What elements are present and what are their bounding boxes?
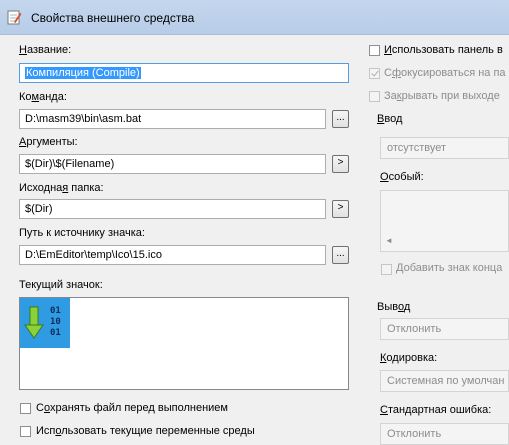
name-input-value: Компиляция (Compile): [25, 67, 141, 79]
input-dropdown-value: отсутствует: [387, 142, 447, 154]
icon-path-label: Путь к источнику значка:: [19, 227, 145, 239]
current-icon-preview: 01 10 01: [20, 298, 70, 348]
arguments-menu-button[interactable]: >: [332, 155, 349, 173]
title-bar[interactable]: Свойства внешнего средства: [0, 0, 509, 35]
scroll-left-icon[interactable]: ◄: [385, 236, 393, 245]
output-dropdown[interactable]: Отклонить: [380, 318, 509, 340]
stderr-dropdown-value: Отклонить: [387, 428, 442, 440]
use-env-label: Использовать текущие переменные среды: [36, 425, 255, 437]
initial-folder-input-value: $(Dir): [25, 203, 53, 215]
arguments-input-value: $(Dir)\$(Filename): [25, 158, 115, 170]
special-label: Особый:: [380, 171, 424, 183]
encoding-label: Кодировка:: [380, 352, 438, 364]
focus-checkbox[interactable]: [369, 68, 380, 79]
download-arrow-icon: [24, 306, 44, 339]
window-title: Свойства внешнего средства: [31, 11, 195, 25]
input-dropdown[interactable]: отсутствует: [380, 137, 509, 159]
name-input[interactable]: Компиляция (Compile): [19, 63, 349, 83]
initial-folder-input[interactable]: $(Dir): [19, 199, 326, 219]
command-input-value: D:\masm39\bin\asm.bat: [25, 113, 142, 125]
binary-digits-row: 01: [50, 306, 61, 316]
add-eol-label: Добавить знак конца: [396, 262, 503, 274]
icon-path-input[interactable]: D:\EmEditor\temp\Ico\15.ico: [19, 245, 326, 265]
focus-label: Сфокусироваться на па: [384, 67, 506, 79]
arguments-input[interactable]: $(Dir)\$(Filename): [19, 154, 326, 174]
binary-digits-row: 10: [50, 317, 61, 327]
icon-path-input-value: D:\EmEditor\temp\Ico\15.ico: [25, 249, 162, 261]
close-on-exit-checkbox[interactable]: [369, 91, 380, 102]
use-output-panel-checkbox[interactable]: [369, 45, 380, 56]
notepad-pencil-icon: [7, 10, 22, 25]
current-icon-label: Текущий значок:: [19, 279, 103, 291]
initial-folder-label: Исходная папка:: [19, 182, 104, 194]
use-env-checkbox[interactable]: [20, 426, 31, 437]
stderr-label: Стандартная ошибка:: [380, 404, 492, 416]
command-label: Команда:: [19, 91, 67, 103]
arguments-label: Аргументы:: [19, 136, 78, 148]
save-file-label: Сохранять файл перед выполнением: [36, 402, 228, 414]
save-file-checkbox[interactable]: [20, 403, 31, 414]
add-eol-checkbox[interactable]: [381, 264, 392, 275]
stderr-dropdown[interactable]: Отклонить: [380, 423, 509, 445]
special-textarea[interactable]: ◄: [380, 190, 509, 252]
initial-folder-menu-button[interactable]: >: [332, 200, 349, 218]
name-label: Название:: [19, 44, 72, 56]
command-input[interactable]: D:\masm39\bin\asm.bat: [19, 109, 326, 129]
encoding-dropdown[interactable]: Системная по умолчан: [380, 370, 509, 392]
use-output-panel-label: Использовать панель в: [384, 44, 503, 56]
output-group-label: Вывод: [377, 301, 411, 313]
encoding-dropdown-value: Системная по умолчан: [387, 375, 505, 387]
output-dropdown-value: Отклонить: [387, 323, 442, 335]
close-on-exit-label: Закрывать при выходе: [384, 90, 500, 102]
input-group-label: Ввод: [377, 113, 403, 125]
command-browse-button[interactable]: ...: [332, 110, 349, 128]
icon-path-browse-button[interactable]: ...: [332, 246, 349, 264]
binary-digits-row: 01: [50, 328, 61, 338]
